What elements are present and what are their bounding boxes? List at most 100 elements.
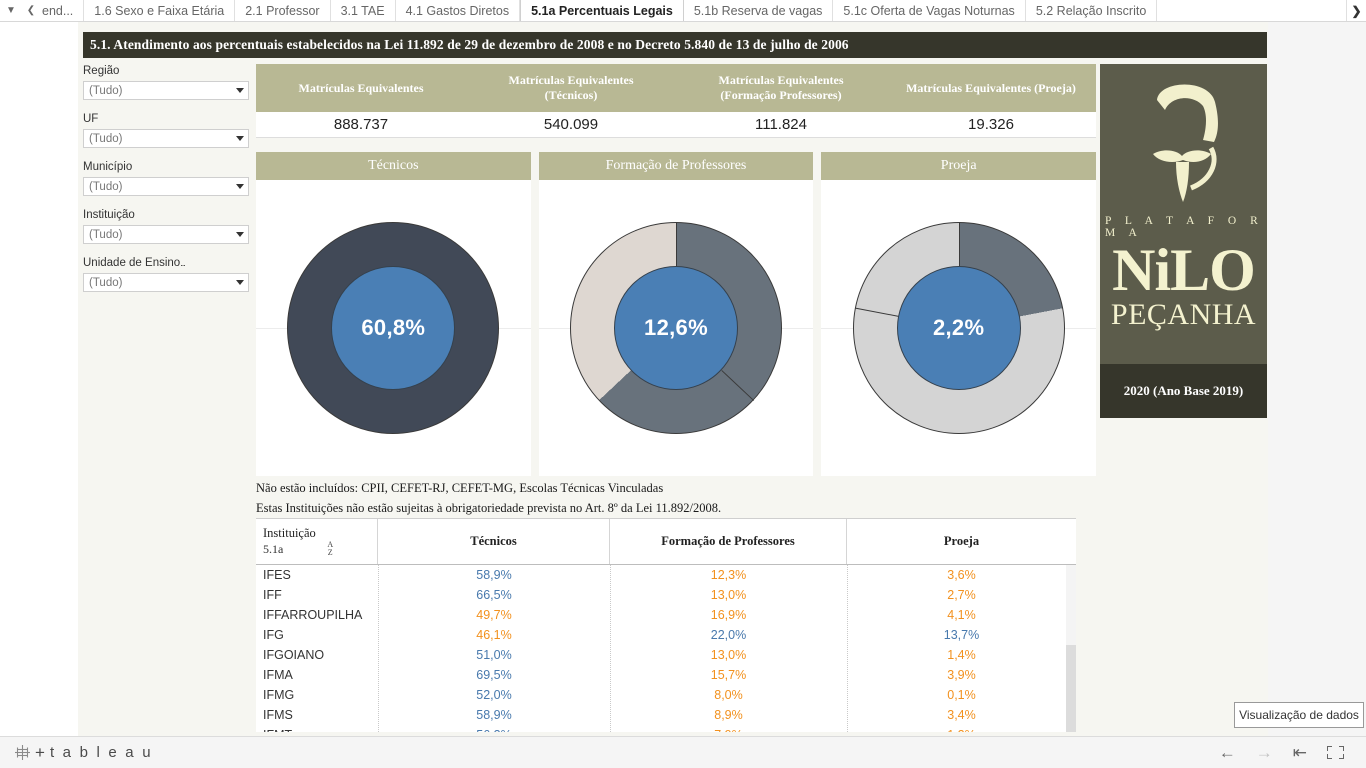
- sort-az-icon[interactable]: AZ: [327, 541, 333, 557]
- table-body: IFES58,9%12,3%3,6%IFF66,5%13,0%2,7%IFFAR…: [256, 565, 1076, 732]
- chevron-down-icon[interactable]: [236, 88, 244, 93]
- tab-8[interactable]: 5.2 Relação Inscrito: [1026, 0, 1157, 21]
- cell-tecnicos: 58,9%: [378, 705, 610, 725]
- chevron-down-icon[interactable]: [236, 280, 244, 285]
- filter-dropdown[interactable]: (Tudo): [83, 177, 249, 196]
- kpi-header-row: Matrículas EquivalentesMatrículas Equiva…: [256, 64, 1096, 112]
- viewer-controls: ← → ⇤: [1219, 744, 1352, 761]
- revert-to-start-icon[interactable]: ⇤: [1293, 744, 1307, 761]
- table-scrollbar-thumb[interactable]: [1066, 645, 1076, 732]
- tab-4[interactable]: 4.1 Gastos Diretos: [396, 0, 521, 21]
- tab-5[interactable]: 5.1a Percentuais Legais: [520, 0, 684, 21]
- kpi-header-line: (Formação Professores): [684, 88, 878, 103]
- forward-arrow-icon[interactable]: →: [1256, 744, 1273, 761]
- logo-platform-word: P L A T A F O R M A: [1100, 215, 1267, 239]
- tab-scroll-left-icon[interactable]: ❮: [22, 0, 40, 21]
- tab-1[interactable]: 1.6 Sexo e Faixa Etária: [84, 0, 235, 21]
- donut-chart[interactable]: 60,8%: [287, 222, 499, 434]
- kpi-header-line: Matrículas Equivalentes (Proeja): [894, 81, 1088, 96]
- tab-label: 2.1 Professor: [245, 4, 319, 18]
- logo-year-label: 2020 (Ano Base 2019): [1100, 364, 1267, 418]
- data-view-tooltip: Visualização de dados: [1234, 702, 1364, 728]
- table-row[interactable]: IFMT56,3%7,9%1,2%: [256, 725, 1076, 732]
- filter-value: (Tudo): [89, 181, 122, 193]
- cell-proeja: 3,4%: [847, 705, 1076, 725]
- table-row[interactable]: IFMA69,5%15,7%3,9%: [256, 665, 1076, 685]
- tableau-branding[interactable]: + t a b l e a u: [14, 743, 153, 763]
- tab-0[interactable]: end...: [40, 0, 84, 21]
- kpi-value-0: 888.737: [256, 112, 466, 137]
- tab-7[interactable]: 5.1c Oferta de Vagas Noturnas: [833, 0, 1025, 21]
- viewer-bottom-toolbar: + t a b l e a u ← → ⇤: [0, 736, 1366, 768]
- donut-center: 60,8%: [331, 266, 455, 390]
- cell-tecnicos: 46,1%: [378, 625, 610, 645]
- kpi-header-3: Matrículas Equivalentes (Proeja): [886, 64, 1096, 112]
- kpi-header-2: Matrículas Equivalentes(Formação Profess…: [676, 64, 886, 112]
- cell-institution: IFFARROUPILHA: [256, 605, 378, 625]
- logo-name-secondary: PEÇANHA: [1111, 299, 1256, 331]
- table-row[interactable]: IFMG52,0%8,0%0,1%: [256, 685, 1076, 705]
- donut-percentage-label: 2,2%: [933, 315, 984, 341]
- filter-dropdown[interactable]: (Tudo): [83, 129, 249, 148]
- donut-chart[interactable]: 12,6%: [570, 222, 782, 434]
- donut-title: Formação de Professores: [539, 152, 814, 180]
- table-row[interactable]: IFGOIANO51,0%13,0%1,4%: [256, 645, 1076, 665]
- tab-menu-dropdown-icon[interactable]: ▼: [0, 0, 22, 21]
- donut-chart[interactable]: 2,2%: [853, 222, 1065, 434]
- table-header-row: Instituição 5.1a AZ Técnicos Formação de…: [256, 519, 1076, 565]
- chevron-down-icon[interactable]: [236, 184, 244, 189]
- donut-panel-2: Proeja2,2%: [821, 152, 1096, 476]
- filter-label: Região: [83, 64, 258, 78]
- donut-body: 12,6%: [539, 180, 814, 476]
- kpi-summary-table: Matrículas EquivalentesMatrículas Equiva…: [256, 64, 1096, 138]
- kpi-header-line: Matrículas Equivalentes: [474, 73, 668, 88]
- filter-dropdown[interactable]: (Tudo): [83, 273, 249, 292]
- filter-label-text: Instituição: [83, 209, 135, 221]
- dashboard-canvas: 5.1. Atendimento aos percentuais estabel…: [78, 22, 1268, 736]
- cell-formacao: 8,0%: [610, 685, 847, 705]
- logo-name-primary: NiLO: [1112, 241, 1255, 299]
- column-header-tecnicos[interactable]: Técnicos: [378, 519, 610, 564]
- donut-panel-1: Formação de Professores 12,6%: [539, 152, 814, 476]
- logo-artwork: P L A T A F O R M A NiLO PEÇANHA: [1100, 64, 1267, 364]
- donut-body: 2,2%: [821, 180, 1096, 476]
- table-row[interactable]: IFES58,9%12,3%3,6%: [256, 565, 1076, 585]
- filter-label: Município: [83, 160, 258, 174]
- dashboard-title: 5.1. Atendimento aos percentuais estabel…: [83, 32, 1267, 58]
- fullscreen-icon[interactable]: [1327, 746, 1344, 759]
- column-header-formacao[interactable]: Formação de Professores: [610, 519, 847, 564]
- tab-scroll-right-icon[interactable]: ❯: [1346, 0, 1366, 21]
- table-row[interactable]: IFFARROUPILHA49,7%16,9%4,1%: [256, 605, 1076, 625]
- right-margin: [1268, 22, 1366, 736]
- filter-label: Instituição: [83, 208, 258, 222]
- table-row[interactable]: IFG46,1%22,0%13,7%: [256, 625, 1076, 645]
- cell-formacao: 22,0%: [610, 625, 847, 645]
- cell-institution: IFG: [256, 625, 378, 645]
- back-arrow-icon[interactable]: ←: [1219, 744, 1236, 761]
- cell-tecnicos: 56,3%: [378, 725, 610, 732]
- table-row[interactable]: IFF66,5%13,0%2,7%: [256, 585, 1076, 605]
- tableau-plus-glyph: +: [34, 743, 47, 763]
- table-gridline: [610, 565, 611, 732]
- chevron-down-icon[interactable]: [236, 232, 244, 237]
- kpi-header-0: Matrículas Equivalentes: [256, 64, 466, 112]
- chevron-down-icon[interactable]: [236, 136, 244, 141]
- kpi-header-line: Matrículas Equivalentes: [684, 73, 878, 88]
- tab-2[interactable]: 2.1 Professor: [235, 0, 330, 21]
- cell-tecnicos: 52,0%: [378, 685, 610, 705]
- column-header-instituicao[interactable]: Instituição 5.1a AZ: [256, 519, 378, 564]
- filter-dropdown[interactable]: (Tudo): [83, 225, 249, 244]
- tab-3[interactable]: 3.1 TAE: [331, 0, 396, 21]
- donut-percentage-label: 12,6%: [644, 315, 708, 341]
- cell-formacao: 15,7%: [610, 665, 847, 685]
- table-row[interactable]: IFMS58,9%8,9%3,4%: [256, 705, 1076, 725]
- column-header-proeja[interactable]: Proeja: [847, 519, 1076, 564]
- filter-dropdown[interactable]: (Tudo): [83, 81, 249, 100]
- left-margin: [0, 22, 78, 736]
- tab-6[interactable]: 5.1b Reserva de vagas: [684, 0, 834, 21]
- filter-label-text: UF: [83, 113, 98, 125]
- donut-center: 12,6%: [614, 266, 738, 390]
- tab-label: 5.2 Relação Inscrito: [1036, 4, 1146, 18]
- table-gridline: [378, 565, 379, 732]
- worksheet-tab-bar: ▼ ❮ end...1.6 Sexo e Faixa Etária 2.1 Pro…: [0, 0, 1366, 22]
